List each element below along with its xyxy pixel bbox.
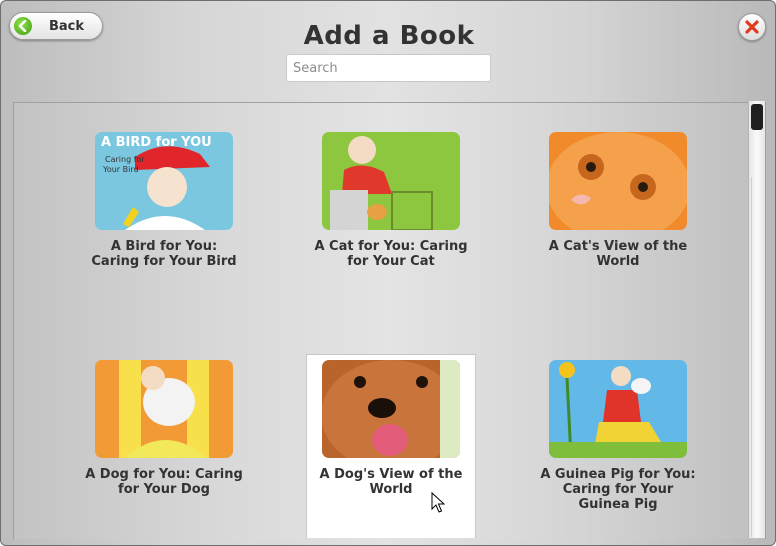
book-title: A Cat's View of the World <box>548 239 688 269</box>
svg-text:A BIRD for YOU: A BIRD for YOU <box>101 135 212 150</box>
book-card-selected[interactable]: A Dog's View of the World <box>306 354 476 538</box>
svg-text:Your Bird: Your Bird <box>102 165 139 174</box>
vertical-scrollbar[interactable] <box>748 101 765 538</box>
book-card[interactable]: A Dog for You: Caring for Your Dog <box>79 357 249 497</box>
book-cover-image <box>322 360 460 458</box>
book-cover-image <box>549 132 687 230</box>
add-book-window: Back Add a Book A BIRD for YOU Caring fo… <box>0 0 776 546</box>
book-cover-image <box>322 132 460 230</box>
search-input[interactable] <box>286 54 491 82</box>
close-button[interactable] <box>738 13 766 41</box>
book-cover-image <box>95 360 233 458</box>
svg-text:Caring for: Caring for <box>105 155 145 164</box>
close-x-icon <box>745 20 759 34</box>
book-cover-image: A BIRD for YOU Caring for Your Bird <box>95 132 233 230</box>
book-cover-image <box>549 360 687 458</box>
book-card[interactable]: A Cat's View of the World <box>533 129 703 269</box>
book-title: A Guinea Pig for You: Caring for Your Gu… <box>540 467 696 512</box>
book-title: A Dog for You: Caring for Your Dog <box>85 467 243 497</box>
book-card[interactable]: A Guinea Pig for You: Caring for Your Gu… <box>533 357 703 512</box>
page-title: Add a Book <box>303 21 475 51</box>
book-card[interactable]: A Cat for You: Caring for Your Cat <box>306 129 476 269</box>
scrollbar-track <box>751 177 764 537</box>
book-title: A Bird for You: Caring for Your Bird <box>91 239 237 269</box>
mouse-cursor-icon <box>431 492 445 513</box>
book-card[interactable]: A BIRD for YOU Caring for Your Bird A Bi… <box>79 129 249 269</box>
scrollbar-thumb[interactable] <box>751 104 763 130</box>
book-title: A Cat for You: Caring for Your Cat <box>314 239 468 269</box>
book-title: A Dog's View of the World <box>319 467 463 497</box>
